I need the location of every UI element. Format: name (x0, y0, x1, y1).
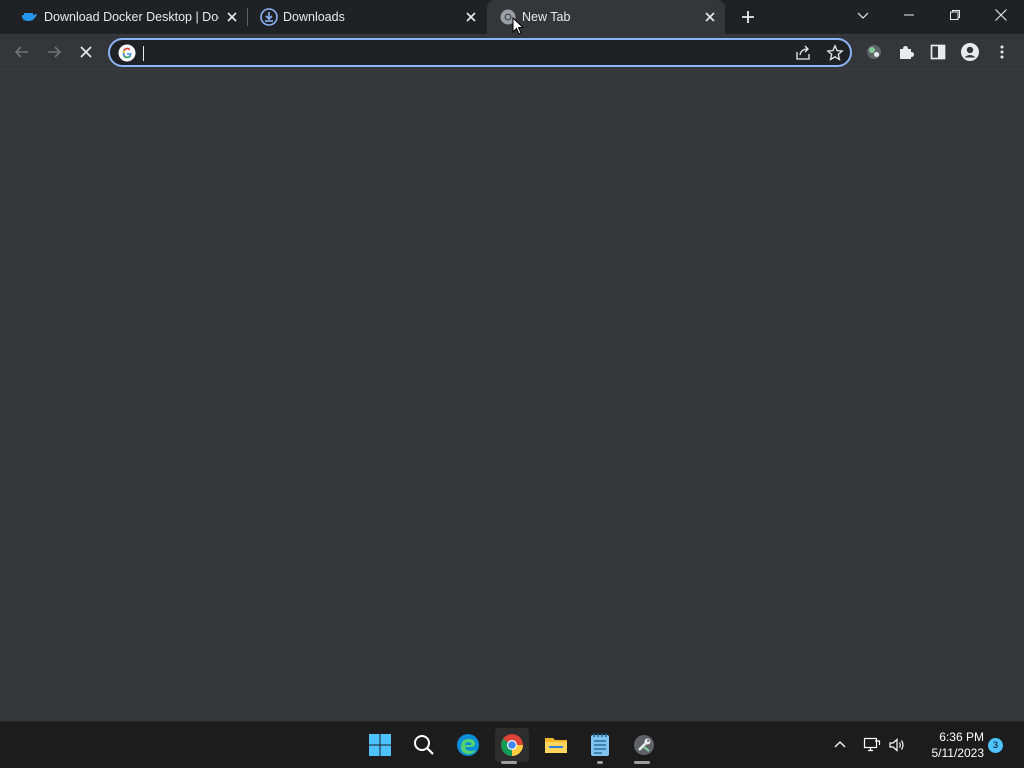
clock-time: 6:36 PM (939, 730, 984, 744)
taskbar-clock[interactable]: 6:36 PM 5/11/2023 (914, 729, 985, 761)
forward-button[interactable] (40, 38, 68, 66)
restore-button[interactable] (932, 0, 978, 30)
notepad-button[interactable] (583, 728, 617, 762)
address-bar[interactable] (108, 38, 852, 67)
extension-app-icon (867, 45, 881, 59)
address-input[interactable] (142, 44, 782, 62)
settings-app-button[interactable] (627, 728, 661, 762)
close-icon (80, 46, 92, 58)
close-icon[interactable] (463, 9, 479, 25)
tab-label: New Tab (522, 10, 571, 24)
search-icon (414, 735, 434, 755)
windows-logo-icon (369, 734, 391, 756)
side-panel-button[interactable] (924, 38, 952, 66)
extensions-button[interactable] (892, 38, 920, 66)
docker-icon (20, 8, 38, 26)
browser-toolbar (0, 34, 1024, 70)
chrome-taskbar-button[interactable] (495, 728, 529, 762)
new-tab-button[interactable] (734, 3, 762, 31)
running-app-indicator (634, 761, 650, 764)
avatar-icon (961, 43, 979, 61)
tab-docker[interactable]: Download Docker Desktop | Docker (8, 0, 246, 34)
minimize-button[interactable] (886, 0, 932, 30)
network-icon (863, 737, 881, 752)
volume-button[interactable] (885, 728, 909, 762)
chevron-down-icon (857, 12, 869, 19)
side-panel-icon (930, 44, 946, 60)
page-content (0, 71, 1024, 721)
arrow-right-icon (48, 46, 62, 58)
chrome-icon (501, 734, 523, 756)
close-icon[interactable] (702, 9, 718, 25)
running-app-indicator (597, 761, 603, 764)
extension-button[interactable] (860, 38, 888, 66)
clock-date: 5/11/2023 (931, 746, 985, 760)
edge-icon (457, 734, 479, 756)
chevron-up-icon (834, 741, 846, 748)
close-icon[interactable] (224, 9, 240, 25)
arrow-left-icon (14, 46, 28, 58)
share-icon[interactable] (794, 44, 812, 62)
notepad-icon (591, 733, 609, 756)
back-button[interactable] (8, 38, 36, 66)
mouse-cursor-icon (512, 16, 526, 37)
minimize-icon (904, 14, 914, 16)
show-hidden-icons-button[interactable] (824, 728, 856, 762)
close-window-button[interactable] (978, 0, 1024, 30)
restore-icon (950, 10, 960, 20)
tab-search-button[interactable] (840, 0, 886, 30)
tab-label: Downloads (283, 10, 345, 24)
windows-taskbar: 6:36 PM 5/11/2023 3 (0, 721, 1024, 768)
active-app-indicator (501, 761, 517, 764)
tab-downloads[interactable]: Downloads (248, 0, 486, 34)
puzzle-icon (900, 46, 914, 59)
text-caret (143, 46, 144, 61)
tools-icon (634, 735, 654, 755)
folder-icon (545, 738, 567, 753)
tab-label: Download Docker Desktop | Docker (44, 10, 219, 24)
start-button[interactable] (363, 728, 397, 762)
file-explorer-button[interactable] (539, 728, 573, 762)
close-icon (995, 9, 1007, 21)
star-icon[interactable] (826, 44, 844, 62)
plus-icon (742, 11, 754, 23)
stop-loading-button[interactable] (72, 38, 100, 66)
google-icon (118, 44, 136, 62)
kebab-menu-icon (1000, 45, 1004, 59)
download-icon (260, 8, 278, 26)
profile-button[interactable] (956, 38, 984, 66)
notification-badge[interactable]: 3 (988, 738, 1003, 753)
menu-button[interactable] (988, 38, 1016, 66)
edge-button[interactable] (451, 728, 485, 762)
search-button[interactable] (407, 728, 441, 762)
network-button[interactable] (860, 728, 884, 762)
speaker-icon (889, 738, 904, 752)
